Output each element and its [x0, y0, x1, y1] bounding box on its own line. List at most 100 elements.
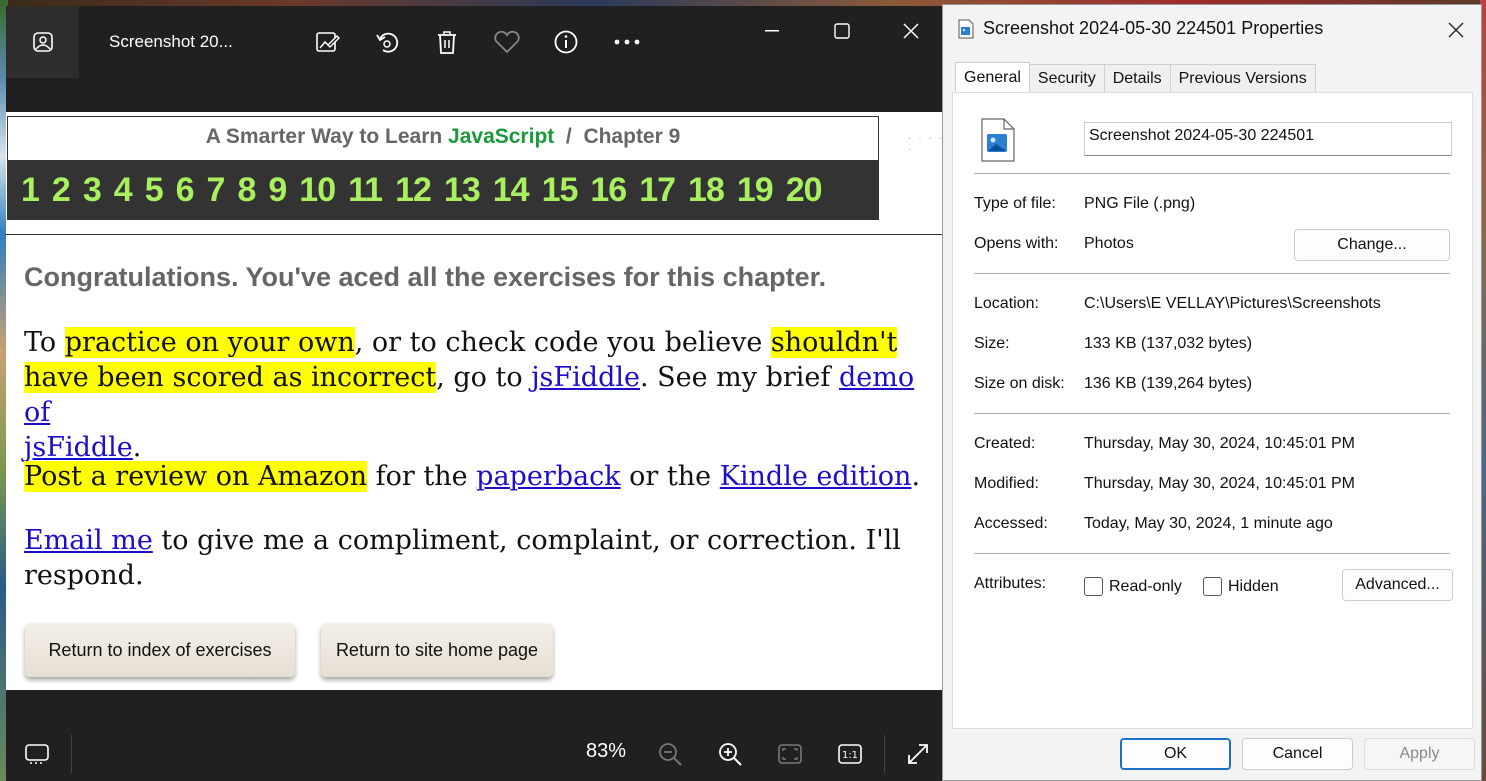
png-file-icon	[980, 117, 1016, 167]
photos-window: Screenshot 20... A Smarter Way to Learn …	[6, 6, 946, 781]
highlight: practice on your own	[64, 327, 355, 358]
zoom-level[interactable]: 83%	[586, 740, 626, 763]
cancel-button[interactable]: Cancel	[1242, 738, 1353, 770]
review-paragraph: Post a review on Amazon for the paperbac…	[24, 459, 924, 494]
header-prefix: A Smarter Way to Learn	[205, 125, 449, 148]
maximize-button[interactable]	[822, 16, 862, 46]
paperback-link: paperback	[476, 461, 621, 492]
chapter-number: 9	[268, 170, 287, 209]
tab-general[interactable]: General	[955, 62, 1030, 92]
jsfiddle-link: jsFiddle	[531, 362, 640, 393]
tab-details[interactable]: Details	[1103, 64, 1171, 92]
separator	[974, 553, 1450, 554]
photos-titlebar: Screenshot 20...	[6, 6, 946, 78]
hidden-label: Hidden	[1228, 577, 1279, 595]
decorative-dots: · · · · ·	[908, 134, 945, 156]
checkbox-box[interactable]	[1084, 577, 1103, 596]
apply-button[interactable]: Apply	[1364, 738, 1475, 770]
accessed-value: Today, May 30, 2024, 1 minute ago	[1084, 515, 1333, 532]
chapter-number: 19	[736, 170, 774, 209]
location-label: Location:	[974, 295, 1039, 312]
email-paragraph: Email me to give me a compliment, compla…	[24, 523, 924, 593]
actual-size-icon[interactable]: 1:1	[836, 741, 864, 767]
info-icon[interactable]	[552, 28, 580, 56]
fullscreen-icon[interactable]	[904, 741, 932, 767]
size-on-disk-value: 136 KB (139,264 bytes)	[1084, 375, 1253, 392]
attributes-label: Attributes:	[974, 575, 1047, 592]
delete-icon[interactable]	[433, 28, 461, 56]
image-canvas[interactable]: A Smarter Way to Learn JavaScript / Chap…	[6, 112, 946, 690]
chapter-number: 6	[175, 170, 195, 209]
chapter-number: 1	[21, 170, 40, 209]
modified-label: Modified:	[974, 475, 1039, 492]
chapter-number: 15	[541, 170, 579, 209]
size-label: Size:	[974, 335, 1010, 352]
photos-title: Screenshot 20...	[109, 32, 233, 51]
readonly-checkbox[interactable]: Read-only	[1084, 577, 1182, 596]
chapter-number: 10	[299, 170, 336, 209]
return-index-button: Return to index of exercises	[25, 623, 295, 677]
size-on-disk-label: Size on disk:	[974, 375, 1065, 392]
chapter-number: 3	[82, 170, 102, 209]
text: To	[24, 327, 65, 358]
advanced-button[interactable]: Advanced...	[1342, 569, 1453, 601]
chapter-number-bar: 1 2 3 4 5 6 7 8 9 10 11 12 13 14 15 16 17 18 19 20	[8, 160, 878, 220]
email-link: Email me	[24, 525, 153, 556]
chapter-number: 16	[590, 170, 627, 209]
hidden-checkbox[interactable]: Hidden	[1203, 577, 1279, 596]
rotate-icon[interactable]	[373, 28, 401, 56]
chapter-number: 12	[395, 170, 432, 209]
dialog-title: Screenshot 2024-05-30 224501 Properties	[983, 18, 1324, 38]
minimize-button[interactable]	[752, 16, 792, 46]
type-label: Type of file:	[974, 195, 1056, 212]
ok-button[interactable]: OK	[1120, 738, 1231, 770]
webpage-header: A Smarter Way to Learn JavaScript / Chap…	[7, 116, 879, 220]
change-button[interactable]: Change...	[1294, 229, 1450, 261]
separator	[71, 735, 72, 773]
separator	[884, 735, 885, 773]
photos-app-icon[interactable]	[6, 6, 79, 78]
highlight: Post a review on Amazon	[24, 461, 368, 492]
dialog-close-button[interactable]	[1441, 15, 1471, 45]
checkbox-box[interactable]	[1203, 577, 1222, 596]
filename-field[interactable]: Screenshot 2024-05-30 224501	[1084, 122, 1452, 156]
chapter-number: 8	[237, 170, 256, 209]
chapter-number: 11	[348, 170, 383, 209]
chapter-number: 4	[113, 170, 133, 209]
properties-dialog: Screenshot 2024-05-30 224501 Properties …	[942, 4, 1482, 781]
header-chapter: / Chapter 9	[554, 125, 681, 148]
text: , or to check code you believe	[354, 327, 771, 358]
divider	[6, 234, 946, 235]
created-value: Thursday, May 30, 2024, 10:45:01 PM	[1084, 435, 1355, 452]
more-icon[interactable]	[613, 28, 641, 56]
tab-security[interactable]: Security	[1028, 64, 1105, 92]
text: .	[911, 461, 921, 492]
chapter-number: 18	[688, 170, 725, 209]
type-value: PNG File (.png)	[1084, 195, 1196, 212]
photos-bottom-bar: 83% 1:1	[6, 722, 946, 781]
chapter-number: 14	[492, 170, 530, 209]
location-value: C:\Users\E VELLAY\Pictures\Screenshots	[1084, 295, 1381, 312]
congratulations-heading: Congratulations. You've aced all the exe…	[24, 262, 827, 292]
kindle-link: Kindle edition	[719, 461, 912, 492]
edit-image-icon[interactable]	[313, 28, 341, 56]
close-button[interactable]	[891, 16, 931, 46]
text: , go to	[436, 362, 532, 393]
fit-to-window-icon[interactable]	[776, 741, 804, 767]
separator	[974, 273, 1450, 274]
filmstrip-icon[interactable]	[23, 741, 51, 767]
zoom-out-icon[interactable]	[656, 741, 684, 767]
tab-previous-versions[interactable]: Previous Versions	[1169, 64, 1316, 92]
header-javascript: JavaScript	[448, 125, 555, 148]
zoom-in-icon[interactable]	[716, 741, 744, 767]
highlight: shouldn't	[770, 327, 898, 358]
svg-text:1:1: 1:1	[842, 750, 858, 761]
text: to give me a compliment, complaint, or c…	[152, 525, 901, 556]
separator	[974, 173, 1450, 174]
file-icon	[957, 19, 975, 43]
size-value: 133 KB (137,032 bytes)	[1084, 335, 1253, 352]
chapter-number: 17	[639, 170, 676, 209]
opens-with-value: Photos	[1084, 235, 1134, 252]
favorite-icon[interactable]	[493, 28, 521, 56]
accessed-label: Accessed:	[974, 515, 1048, 532]
